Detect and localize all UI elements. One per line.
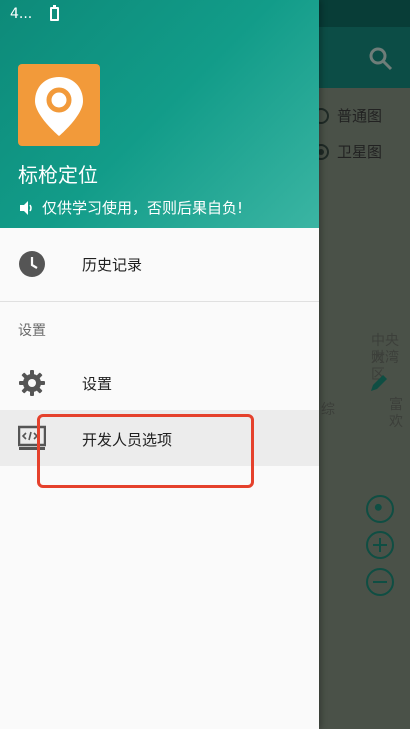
- map-label: 综: [321, 402, 335, 418]
- search-icon[interactable]: [368, 46, 394, 72]
- app-notice-text: 仅供学习使用，否则后果自负!: [42, 199, 244, 217]
- edit-pencil-icon[interactable]: [368, 372, 390, 394]
- map-layer-satellite-label: 卫星图: [337, 143, 383, 161]
- map-layer-satellite[interactable]: 卫星图: [313, 141, 382, 162]
- divider: [0, 301, 319, 302]
- drawer-header: 标枪定位 仅供学习使用，否则后果自负!: [0, 0, 319, 228]
- menu-item-settings[interactable]: 设置: [0, 355, 319, 411]
- map-label: 富: [389, 397, 403, 413]
- app-name: 标枪定位: [18, 163, 98, 187]
- app-logo: [18, 64, 100, 146]
- location-pin-icon: [35, 77, 83, 136]
- speaker-icon: [20, 200, 32, 215]
- app-notice: 仅供学习使用，否则后果自负!: [18, 197, 243, 218]
- zoom-in-icon[interactable]: [366, 531, 394, 559]
- menu-item-history[interactable]: 历史记录: [0, 236, 319, 292]
- navigation-drawer: 标枪定位 仅供学习使用，否则后果自负! 历史记录 设置 设置 开发人员选项: [0, 0, 319, 729]
- status-bar: 4...: [0, 0, 319, 27]
- locate-icon[interactable]: [366, 495, 394, 523]
- menu-item-history-label: 历史记录: [82, 255, 143, 274]
- section-title-settings: 设置: [18, 323, 46, 339]
- highlight-annotation: [37, 414, 254, 488]
- map-layer-normal-label: 普通图: [337, 107, 383, 125]
- map-label: 欢: [389, 414, 403, 430]
- menu-item-settings-label: 设置: [82, 374, 113, 393]
- clock-icon: [19, 251, 45, 277]
- battery-charging-icon: [50, 4, 60, 21]
- status-time: 4...: [10, 5, 33, 22]
- map-layer-normal[interactable]: 普通图: [313, 105, 382, 126]
- gear-icon: [19, 370, 45, 396]
- zoom-out-icon[interactable]: [366, 568, 394, 596]
